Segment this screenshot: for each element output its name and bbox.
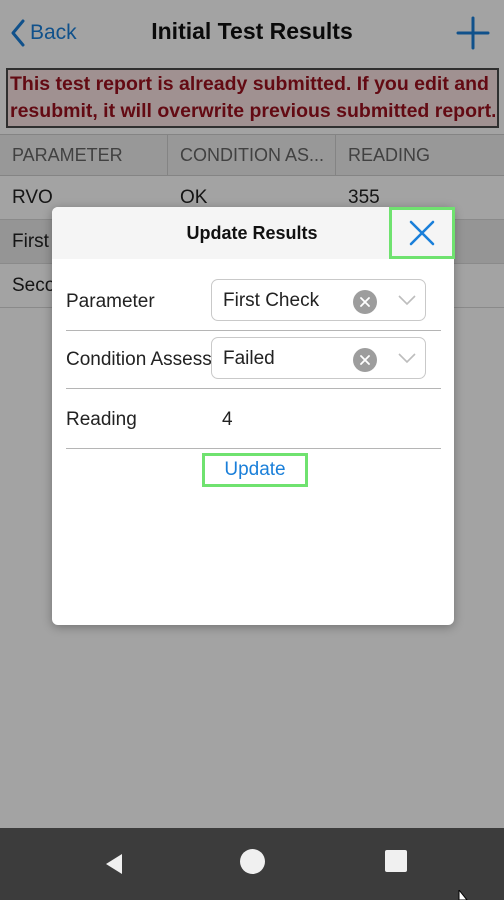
nav-home-icon[interactable]: [240, 849, 265, 874]
condition-label: Condition Assess: [66, 349, 211, 370]
dialog-header: Update Results: [52, 207, 455, 259]
reading-row: Reading 4: [66, 391, 441, 449]
parameter-label: Parameter: [66, 291, 155, 312]
close-icon: [409, 220, 435, 246]
chevron-down-icon[interactable]: [398, 294, 416, 306]
android-nav-bar: [0, 828, 504, 900]
nav-back-icon[interactable]: [100, 850, 128, 878]
condition-row: Condition Assess Failed: [66, 331, 441, 389]
close-button[interactable]: [389, 207, 455, 259]
parameter-row: Parameter First Check: [66, 273, 441, 331]
condition-select[interactable]: Failed: [211, 337, 426, 379]
reading-input[interactable]: 4: [222, 391, 233, 449]
mouse-cursor-icon: [458, 890, 468, 900]
parameter-value: First Check: [223, 290, 320, 311]
update-results-dialog: Update Results Parameter First Check Con…: [52, 207, 455, 625]
condition-value: Failed: [223, 348, 275, 369]
clear-icon[interactable]: [353, 290, 377, 314]
nav-recents-icon[interactable]: [385, 850, 407, 872]
reading-label: Reading: [66, 409, 137, 430]
update-button[interactable]: Update: [202, 453, 308, 487]
clear-icon[interactable]: [353, 348, 377, 372]
parameter-select[interactable]: First Check: [211, 279, 426, 321]
chevron-down-icon[interactable]: [398, 352, 416, 364]
